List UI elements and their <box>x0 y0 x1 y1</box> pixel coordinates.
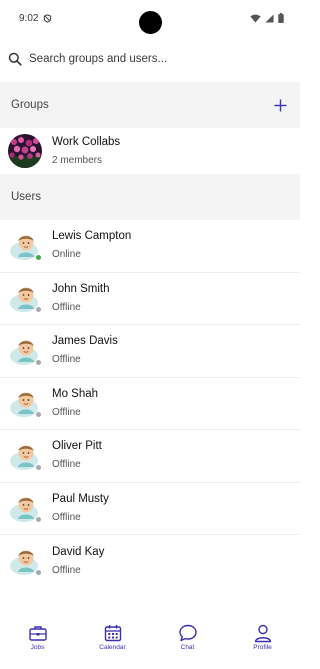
user-status: Offline <box>52 301 81 313</box>
user-status: Offline <box>52 459 81 471</box>
users-section-header: Users <box>0 174 300 220</box>
user-list-item[interactable]: David Kay Offline <box>0 535 300 588</box>
chat-bubble-icon <box>178 624 197 642</box>
user-name: Oliver Pitt <box>52 440 102 453</box>
groups-section-title: Groups <box>11 99 49 111</box>
tab-profile[interactable]: Profile <box>233 623 293 651</box>
group-avatar <box>8 134 42 168</box>
tab-profile-label: Profile <box>253 644 272 651</box>
search-input[interactable]: Search groups and users... <box>29 53 167 65</box>
user-list-item[interactable]: Oliver Pitt Offline <box>0 430 300 483</box>
add-group-button[interactable] <box>272 97 288 113</box>
group-member-count: 2 members <box>52 154 103 166</box>
groups-section-header: Groups <box>0 82 300 128</box>
tab-chat-label: Chat <box>180 644 195 651</box>
tab-chat[interactable]: Chat <box>158 623 218 651</box>
user-avatar <box>9 281 43 315</box>
person-icon <box>254 624 271 643</box>
user-status: Offline <box>52 406 81 418</box>
bottom-tab-bar: Jobs Calendar Chat Profile <box>0 614 300 669</box>
user-text: James Davis Offline <box>52 333 118 368</box>
user-name: David Kay <box>52 545 105 558</box>
calendar-icon <box>104 625 121 642</box>
user-name: Lewis Campton <box>52 230 132 243</box>
tab-calendar[interactable]: Calendar <box>83 623 143 651</box>
camera-cutout <box>139 11 162 34</box>
group-list-item[interactable]: Work Collabs 2 members <box>0 128 300 174</box>
user-text: David Kay Offline <box>52 544 104 579</box>
status-left: 9:02 <box>19 13 52 24</box>
users-section-title: Users <box>11 191 42 203</box>
user-text: Lewis Campton Online <box>52 228 131 263</box>
user-text: John Smith Offline <box>52 281 110 316</box>
battery-icon <box>278 13 284 23</box>
search-bar[interactable]: Search groups and users... <box>0 36 300 82</box>
status-time: 9:02 <box>19 12 39 24</box>
user-list-item[interactable]: James Davis Offline <box>0 325 300 378</box>
search-icon <box>8 52 22 66</box>
wifi-icon <box>250 14 261 23</box>
user-list: Lewis Campton Online John Smith Offline <box>0 220 300 588</box>
briefcase-icon <box>28 626 47 641</box>
tab-calendar-label: Calendar <box>99 644 126 651</box>
user-avatar <box>9 334 43 368</box>
signal-icon <box>265 13 274 23</box>
user-text: Paul Musty Offline <box>52 491 109 526</box>
user-name: Mo Shah <box>52 387 99 400</box>
flowers-image <box>8 134 42 168</box>
user-list-item[interactable]: Mo Shah Offline <box>0 378 300 430</box>
user-status: Online <box>52 249 81 261</box>
user-status: Offline <box>52 564 81 576</box>
user-list-item[interactable]: Paul Musty Offline <box>0 483 300 535</box>
user-avatar <box>9 439 43 473</box>
user-text: Mo Shah Offline <box>52 386 98 421</box>
user-name: Paul Musty <box>52 492 109 505</box>
user-avatar <box>9 491 43 525</box>
group-name: Work Collabs <box>52 135 121 148</box>
shield-icon <box>44 13 52 23</box>
user-list-item[interactable]: John Smith Offline <box>0 273 300 325</box>
user-list-item[interactable]: Lewis Campton Online <box>0 220 300 273</box>
status-right <box>250 13 284 23</box>
presence-offline-dot <box>35 463 42 471</box>
status-bar: 9:02 <box>0 0 300 36</box>
user-status: Offline <box>52 511 81 523</box>
user-text: Oliver Pitt Offline <box>52 438 102 473</box>
tab-jobs-label: Jobs <box>30 644 45 651</box>
user-name: John Smith <box>52 282 110 295</box>
plus-icon <box>274 99 286 111</box>
presence-offline-dot <box>35 358 42 366</box>
user-avatar <box>9 386 43 420</box>
user-avatar <box>9 229 43 263</box>
user-avatar <box>9 544 43 578</box>
presence-online-dot <box>35 253 42 261</box>
group-text: Work Collabs 2 members <box>52 134 120 169</box>
user-name: James Davis <box>52 335 118 348</box>
tab-jobs[interactable]: Jobs <box>8 623 68 651</box>
user-status: Offline <box>52 354 81 366</box>
